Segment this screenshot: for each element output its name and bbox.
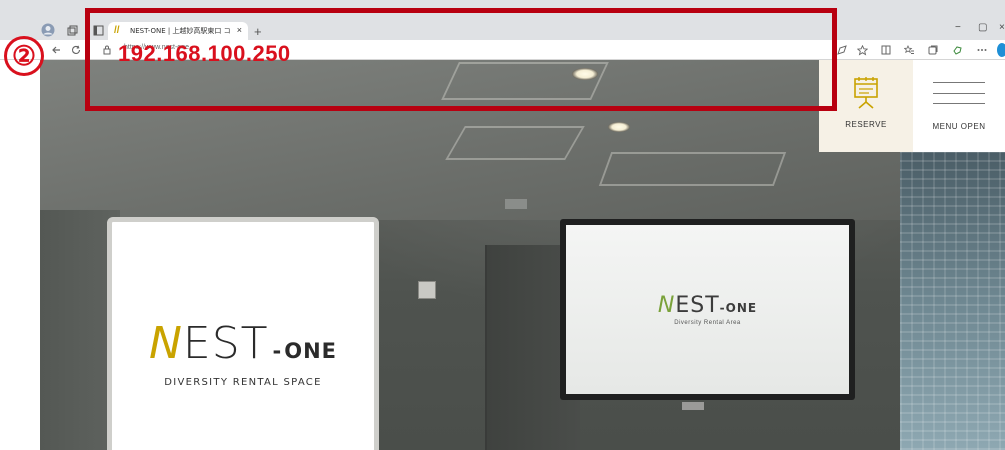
tv-tagline: Diversity Rental Area <box>674 320 741 326</box>
tv-screen: NEST-ONE Diversity Rental Area <box>566 225 849 394</box>
new-tab-button[interactable]: + <box>254 24 262 39</box>
copilot-icon[interactable] <box>997 43 1005 57</box>
restore-window-button[interactable]: ▢ <box>978 22 987 33</box>
read-aloud-icon[interactable] <box>836 43 848 57</box>
collections-icon[interactable] <box>927 43 939 57</box>
minimize-window-button[interactable]: − <box>955 22 961 33</box>
profile-icon[interactable] <box>40 22 56 38</box>
door-sign <box>505 199 527 209</box>
ceiling-light <box>572 68 598 80</box>
close-window-button[interactable]: × <box>999 22 1005 33</box>
hero-tagline: DIVERSITY RENTAL SPACE <box>164 377 322 388</box>
workspaces-icon[interactable] <box>66 24 78 36</box>
step-number-badge: ② <box>4 36 44 76</box>
reserve-button[interactable]: RESERVE <box>819 60 913 152</box>
ceiling-light <box>608 122 630 132</box>
nest-one-favicon-icon: // <box>114 25 120 36</box>
favorite-star-icon[interactable] <box>856 43 868 57</box>
favorites-icon[interactable] <box>903 43 915 57</box>
ip-address-overlay: 192.168.100.250 <box>118 41 291 66</box>
nest-one-logo: N EST - ONE <box>148 318 338 369</box>
back-arrow-icon[interactable] <box>50 43 62 57</box>
refresh-icon[interactable] <box>70 43 82 57</box>
active-tab[interactable]: // NEST-ONE | 上越妙高駅東口 コワ × <box>108 22 248 40</box>
tiled-wall <box>900 150 1005 450</box>
calendar-easel-icon <box>854 77 878 109</box>
lock-icon[interactable] <box>102 43 112 57</box>
hamburger-icon <box>933 82 985 104</box>
tv-logo: NEST-ONE <box>657 293 758 318</box>
extension-icon[interactable] <box>951 43 963 57</box>
menu-open-button[interactable]: MENU OPEN <box>913 60 1005 152</box>
screenshot-root: // NEST-ONE | 上越妙高駅東口 コワ × + − ▢ × https… <box>0 0 1005 450</box>
hero-logo-card: N EST - ONE DIVERSITY RENTAL SPACE <box>107 217 379 450</box>
tv-display: NEST-ONE Diversity Rental Area <box>560 219 855 400</box>
browser-tab-bar: // NEST-ONE | 上越妙高駅東口 コワ × + − ▢ × <box>0 0 1005 40</box>
split-screen-icon[interactable] <box>880 43 892 57</box>
wall-switch <box>418 281 436 299</box>
more-options-icon[interactable] <box>976 43 988 57</box>
reserve-label: RESERVE <box>845 120 887 129</box>
menu-open-label: MENU OPEN <box>932 122 986 131</box>
tab-actions-icon[interactable] <box>92 24 104 36</box>
ceiling-panel <box>445 126 585 160</box>
tv-stand <box>682 402 704 410</box>
ceiling-panel <box>598 152 787 186</box>
close-tab-icon[interactable]: × <box>237 25 242 35</box>
tab-title: NEST-ONE | 上越妙高駅東口 コワ <box>130 27 230 35</box>
